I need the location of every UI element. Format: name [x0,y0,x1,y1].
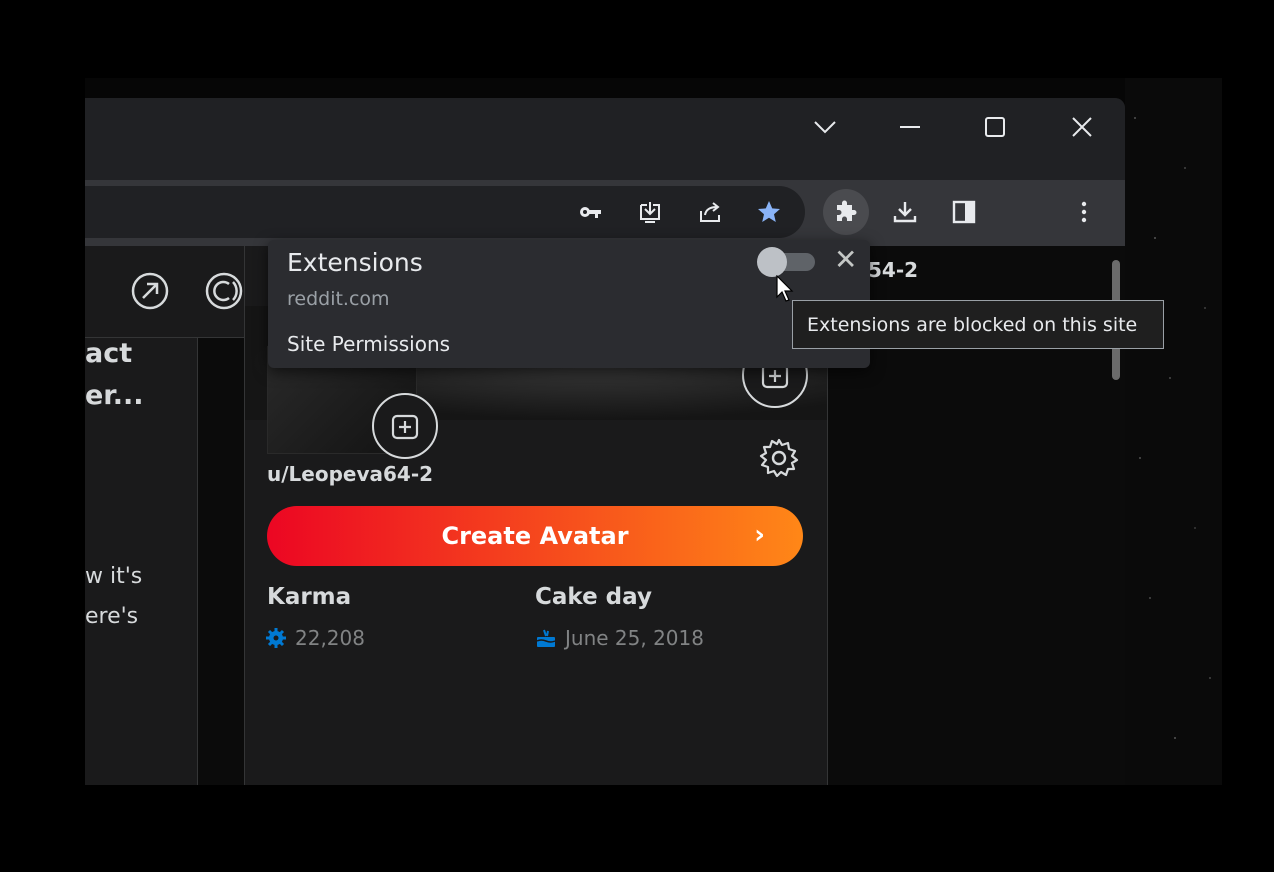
close-icon [1072,117,1092,137]
minimize-button[interactable] [890,112,930,142]
tab-search-button[interactable] [805,112,845,142]
close-icon[interactable]: ✕ [834,246,857,274]
post-text-fragment: ere's [85,604,139,629]
sidebar-username-fragment: 54-2 [868,258,919,282]
site-permissions-link[interactable]: Site Permissions [287,332,450,356]
bookmark-star-icon [758,201,780,222]
add-avatar-button[interactable] [372,393,438,459]
cake-icon [536,629,556,647]
minimize-icon [900,126,920,128]
feed-column: act er... w it's ere's [85,338,198,785]
download-icon [893,202,917,223]
karma-value: 22,208 [295,626,365,650]
cakeday-value: June 25, 2018 [565,626,704,650]
title-bar [85,98,1125,180]
install-app-icon [640,202,660,223]
maximize-icon [985,117,1005,137]
close-window-button[interactable] [1062,112,1102,142]
karma-label: Karma [267,584,352,610]
downloads-button[interactable] [887,194,923,230]
extensions-puzzle-icon [837,200,857,221]
browser-window: act er... w it's ere's u/Leopeva64-2 Cre… [85,98,1125,785]
install-app-button[interactable] [632,194,668,230]
post-text-fragment: w it's [85,564,143,589]
share-button[interactable] [692,194,728,230]
side-panel-icon [952,200,976,224]
chrome-menu-button[interactable] [1066,194,1102,230]
cakeday-label: Cake day [535,584,652,610]
extensions-button[interactable] [823,189,869,235]
maximize-button[interactable] [975,112,1015,142]
extensions-popup: Extensions reddit.com Site Permissions ✕ [268,240,870,368]
settings-gear-icon[interactable] [757,436,801,480]
extensions-popup-title: Extensions [287,248,423,277]
browser-toolbar [85,180,1125,246]
chevron-right-icon: › [754,520,765,550]
coins-icon[interactable] [203,270,245,312]
popular-arrow-icon[interactable] [129,270,171,312]
mouse-cursor-icon [776,275,794,302]
create-avatar-button[interactable]: Create Avatar › [267,506,803,566]
starfield [1125,78,1222,785]
tooltip-text: Extensions are blocked on this site [807,313,1138,336]
extensions-popup-site: reddit.com [287,288,390,310]
post-title-fragment: er... [85,380,144,411]
toggle-knob [757,247,787,277]
password-button[interactable] [572,194,608,230]
karma-gear-icon [266,628,286,648]
side-panel-button[interactable] [946,194,982,230]
profile-username: u/Leopeva64-2 [267,462,434,486]
extensions-blocked-tooltip: Extensions are blocked on this site [792,300,1164,349]
menu-kebab-icon [1081,201,1087,223]
create-avatar-label: Create Avatar [441,522,629,550]
post-title-fragment: act [85,338,133,369]
cakeday-value-row: June 25, 2018 [535,626,704,650]
add-image-icon [391,414,419,440]
karma-value-row: 22,208 [265,626,365,650]
chevron-down-icon [814,121,836,134]
bookmark-button[interactable] [751,194,787,230]
share-icon [700,202,720,222]
key-icon [580,207,601,218]
site-access-toggle[interactable] [757,247,815,277]
